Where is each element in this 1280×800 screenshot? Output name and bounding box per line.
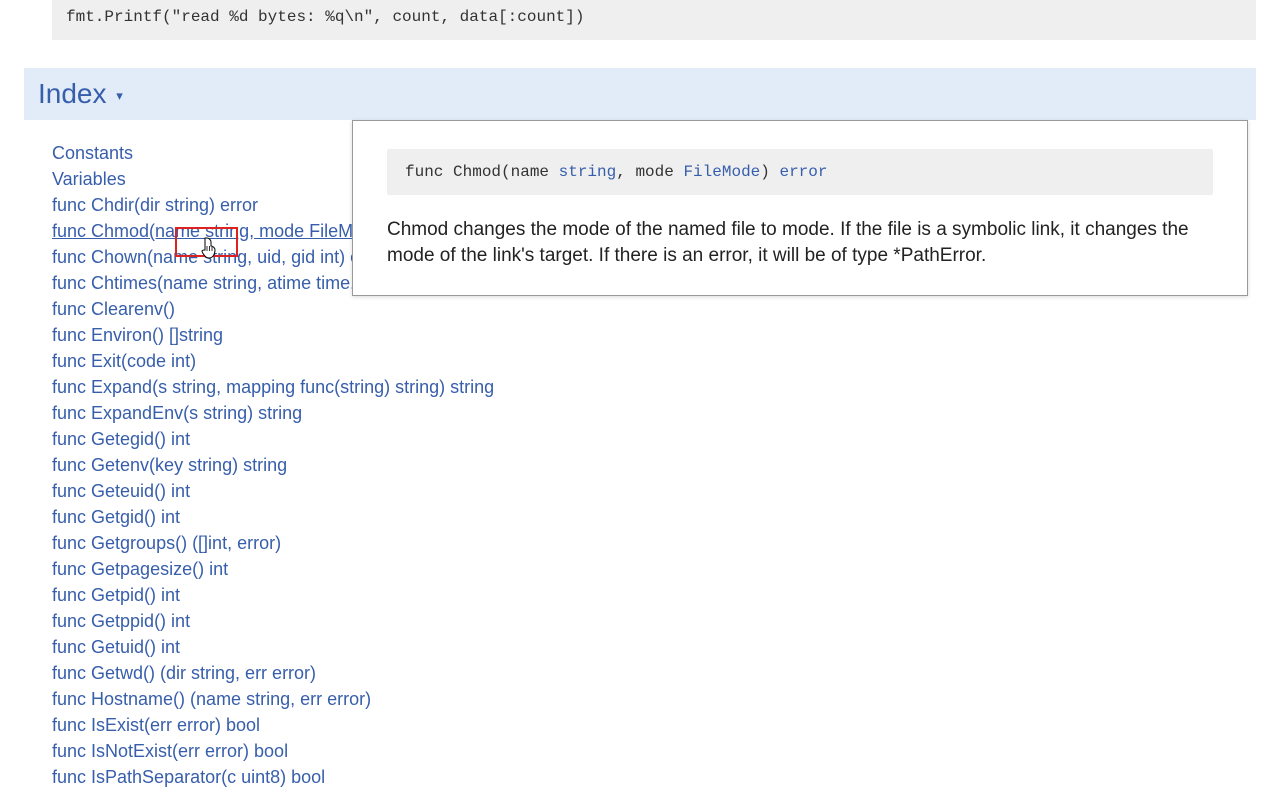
index-link[interactable]: func Getwd() (dir string, err error) [52, 663, 316, 683]
index-link[interactable]: Variables [52, 169, 126, 189]
list-item: func Hostname() (name string, err error) [52, 686, 1280, 712]
list-item: func Exit(code int) [52, 348, 1280, 374]
list-item: func IsNotExist(err error) bool [52, 738, 1280, 764]
list-item: func Geteuid() int [52, 478, 1280, 504]
index-link[interactable]: func Environ() []string [52, 325, 223, 345]
chevron-down-icon: ▾ [116, 88, 123, 103]
list-item: func Environ() []string [52, 322, 1280, 348]
index-link[interactable]: func ExpandEnv(s string) string [52, 403, 302, 423]
index-link[interactable]: func Getgid() int [52, 507, 180, 527]
index-link[interactable]: func Geteuid() int [52, 481, 190, 501]
index-section-header[interactable]: Index ▾ [24, 68, 1256, 120]
code-block-top: fmt.Printf("read %d bytes: %q\n", count,… [52, 0, 1256, 40]
index-link[interactable]: func Getppid() int [52, 611, 190, 631]
list-item: func Getuid() int [52, 634, 1280, 660]
list-item: func Getegid() int [52, 426, 1280, 452]
list-item: func IsExist(err error) bool [52, 712, 1280, 738]
doc-popover: func Chmod(name string, mode FileMode) e… [352, 120, 1248, 296]
index-link[interactable]: Constants [52, 143, 133, 163]
list-item: func Getgid() int [52, 504, 1280, 530]
signature-description: Chmod changes the mode of the named file… [387, 217, 1213, 269]
signature-code: func Chmod(name string, mode FileMode) e… [387, 149, 1213, 195]
index-link[interactable]: func IsPathSeparator(c uint8) bool [52, 767, 325, 787]
index-link[interactable]: func Getegid() int [52, 429, 190, 449]
index-link[interactable]: func Getenv(key string) string [52, 455, 287, 475]
list-item: func Getpid() int [52, 582, 1280, 608]
list-item: func Getppid() int [52, 608, 1280, 634]
list-item: func Expand(s string, mapping func(strin… [52, 374, 1280, 400]
list-item: func Getpagesize() int [52, 556, 1280, 582]
index-title: Index [38, 78, 107, 109]
list-item: func Getwd() (dir string, err error) [52, 660, 1280, 686]
index-link[interactable]: func Chdir(dir string) error [52, 195, 258, 215]
index-link[interactable]: func Expand(s string, mapping func(strin… [52, 377, 494, 397]
list-item: func IsPathSeparator(c uint8) bool [52, 764, 1280, 790]
list-item: func Clearenv() [52, 296, 1280, 322]
index-link[interactable]: func Getpid() int [52, 585, 180, 605]
index-link[interactable]: func IsNotExist(err error) bool [52, 741, 288, 761]
index-link[interactable]: func Hostname() (name string, err error) [52, 689, 371, 709]
index-link[interactable]: func Getpagesize() int [52, 559, 228, 579]
list-item: func Getgroups() ([]int, error) [52, 530, 1280, 556]
index-link[interactable]: func Exit(code int) [52, 351, 196, 371]
list-item: func Getenv(key string) string [52, 452, 1280, 478]
list-item: func ExpandEnv(s string) string [52, 400, 1280, 426]
index-link[interactable]: func Clearenv() [52, 299, 175, 319]
index-link[interactable]: func Getuid() int [52, 637, 180, 657]
index-link[interactable]: func Getgroups() ([]int, error) [52, 533, 281, 553]
index-link[interactable]: func Chown(name string, uid, gid int) er… [52, 247, 388, 267]
index-link[interactable]: func IsExist(err error) bool [52, 715, 260, 735]
